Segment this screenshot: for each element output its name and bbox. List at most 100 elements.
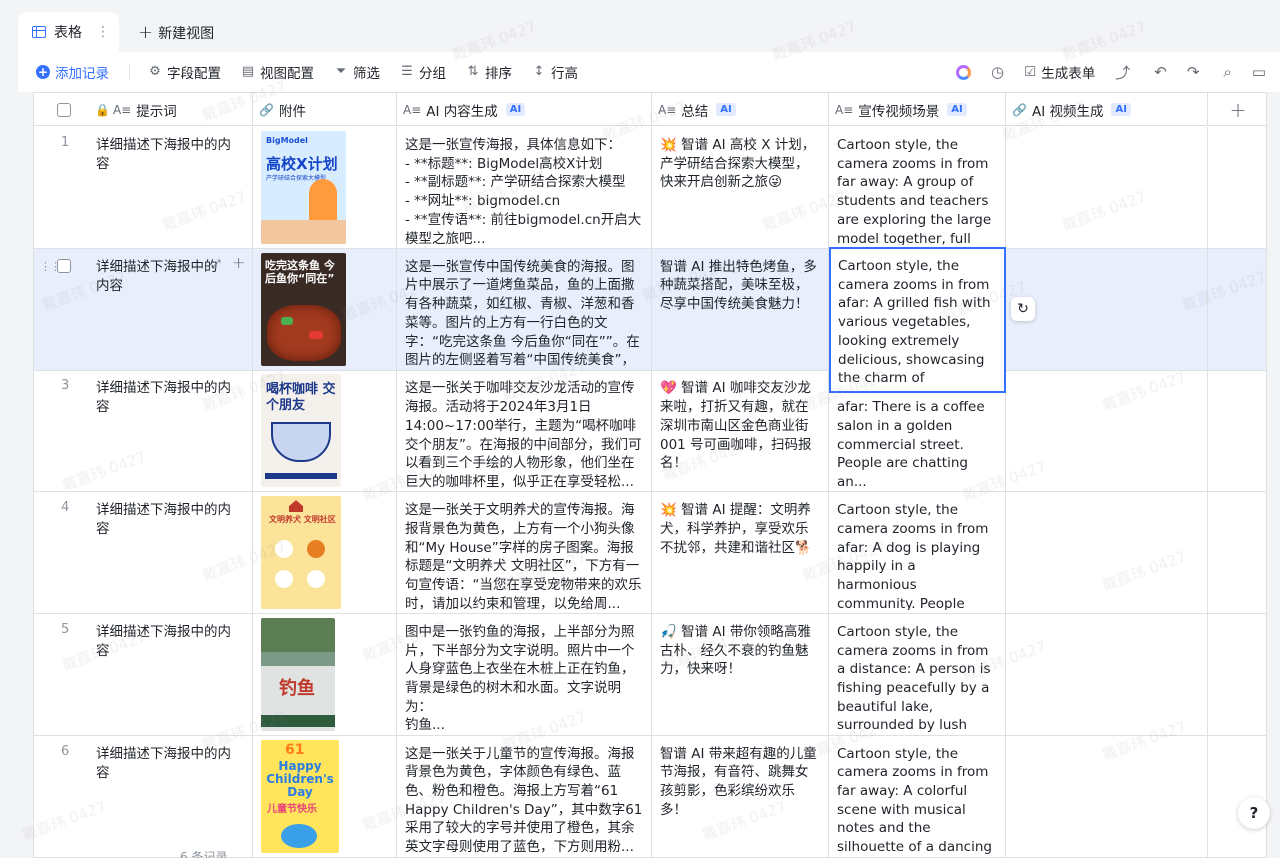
cell-ai-content[interactable]: 这是一张宣传海报，具体信息如下： - **标题**: BigModel高校X计划… <box>397 127 652 248</box>
poster-image[interactable]: 文明养犬 文明社区 <box>261 496 341 610</box>
poster-title: 高校X计划 <box>266 155 338 173</box>
select-all-checkbox[interactable] <box>57 102 71 117</box>
cell-ai-content[interactable]: 图中是一张钓鱼的海报，上半部分为照片，下半部分为文字说明。照片中一个人身穿蓝色上… <box>397 613 652 735</box>
redo-icon[interactable]: ↷ <box>1187 63 1200 81</box>
cell-prompt[interactable]: 1 详细描述下海报中的内容 <box>34 127 253 248</box>
cell-ai-video[interactable] <box>1006 370 1208 492</box>
filter-button[interactable]: ⏷ 筛选 <box>334 62 380 83</box>
view-config-button[interactable]: ▤ 视图配置 <box>241 62 314 83</box>
column-header-ai-video[interactable]: 🔗 AI 视频生成 AI <box>1006 93 1208 126</box>
cell-attachment[interactable]: 喝杯咖啡 交个朋友 <box>253 370 397 492</box>
poster-image[interactable]: 喝杯咖啡 交个朋友 <box>261 374 341 488</box>
tab-table[interactable]: 表格 ⋮ <box>18 12 119 52</box>
sort-label: 排序 <box>485 66 512 82</box>
poster-image[interactable]: 61 Happy Children's Day 儿童节快乐 <box>261 739 339 853</box>
ai-content-text: 这是一张关于咖啡交友沙龙活动的宣传海报。活动将于2024年3月1日14:00~1… <box>405 380 642 489</box>
summary-text: 💥 智谱 AI 提醒：文明养犬，科学养护，享受欢乐不扰邻，共建和谐社区🐕 <box>660 502 812 556</box>
poster-image[interactable]: 钓鱼 <box>261 617 335 731</box>
summary-text: 💥 智谱 AI 高校 X 计划，产学研结合探索大模型，快来开启创新之旅😜 <box>660 137 816 191</box>
new-view-label: 新建视图 <box>158 25 215 42</box>
cell-attachment[interactable]: 吃完这条鱼 今后鱼你“同在” <box>253 248 397 370</box>
column-header-summary[interactable]: A≡ 总结 AI <box>652 93 829 126</box>
poster-image[interactable]: 吃完这条鱼 今后鱼你“同在” <box>261 252 346 366</box>
cell-summary[interactable]: 🎣 智谱 AI 带你领略高雅古朴、经久不衰的钓鱼魅力，快来呀！ <box>652 613 829 735</box>
ai-assistant-icon[interactable] <box>956 64 972 80</box>
cell-summary[interactable]: 智谱 AI 推出特色烤鱼，多种蔬菜搭配，美味至极，尽享中国传统美食魅力！ <box>652 248 829 370</box>
poster-veg <box>309 330 323 339</box>
cell-prompt[interactable]: 5 详细描述下海报中的内容 <box>34 613 253 735</box>
expand-icon[interactable]: ⤢ <box>211 257 221 272</box>
cell-attachment[interactable]: 61 Happy Children's Day 儿童节快乐 <box>253 735 397 857</box>
cell-ai-content[interactable]: 这是一张关于文明养犬的宣传海报。海报背景色为黄色，上方有一个小狗头像和“My H… <box>397 492 652 614</box>
ai-content-text: 这是一张宣传中国传统美食的海报。图片中展示了一道烤鱼菜品，鱼的上面撒有各种蔬菜，… <box>405 258 640 367</box>
share-icon[interactable]: ⤴ <box>1115 62 1130 83</box>
poster-image[interactable]: BigModel 高校X计划 产学研结合探索大模型 <box>261 131 346 244</box>
add-column-button[interactable]: + <box>1208 93 1266 126</box>
row-checkbox[interactable] <box>57 258 71 273</box>
poster-title: 钓鱼 <box>279 677 315 699</box>
poster-circle <box>275 570 293 589</box>
cell-prompt[interactable]: 6 详细描述下海报中的内容 <box>34 735 253 857</box>
record-count: 6 条记录 <box>180 850 228 858</box>
cell-ai-video[interactable] <box>1006 127 1208 248</box>
regenerate-icon[interactable]: ↻ <box>1011 297 1035 321</box>
history-icon[interactable]: ◷ <box>991 63 1004 81</box>
generate-form-button[interactable]: ☑ 生成表单 <box>1024 62 1095 82</box>
table-row[interactable]: 1 详细描述下海报中的内容 BigModel 高校X计划 产学研结合探索大模型 … <box>34 127 1266 249</box>
add-record-button[interactable]: + 添加记录 <box>36 62 109 82</box>
column-ai-content-label: AI 内容生成 <box>426 103 498 120</box>
column-header-video-scene[interactable]: A≡ 宣传视频场景 AI <box>829 93 1006 126</box>
cell-video-scene[interactable]: Cartoon style, the camera zooms in from … <box>829 735 1006 857</box>
add-icon[interactable]: + <box>232 253 245 272</box>
cell-ai-content[interactable]: 这是一张关于儿童节的宣传海报。海报背景色为黄色，字体颜色有绿色、蓝色、粉色和橙色… <box>397 735 652 857</box>
help-button[interactable]: ? <box>1238 797 1270 829</box>
new-view-button[interactable]: + 新建视图 <box>138 22 214 43</box>
cell-attachment[interactable]: BigModel 高校X计划 产学研结合探索大模型 <box>253 127 397 248</box>
view-config-icon: ▤ <box>241 64 255 79</box>
search-icon[interactable]: ⌕ <box>1223 63 1231 81</box>
text-field-icon: A≡ <box>403 102 422 117</box>
cell-ai-video[interactable] <box>1006 735 1208 857</box>
more-icon[interactable]: ⋮ <box>96 24 110 40</box>
cell-video-scene[interactable]: Cartoon style, the camera zooms in from … <box>829 127 1006 248</box>
cell-prompt[interactable]: 3 详细描述下海报中的内容 <box>34 370 253 492</box>
selected-cell-video-scene[interactable]: Cartoon style, the camera zooms in from … <box>829 247 1006 393</box>
cell-attachment[interactable]: 钓鱼 <box>253 613 397 735</box>
table-row[interactable]: 6 详细描述下海报中的内容 61 Happy Children's Day 儿童… <box>34 735 1266 858</box>
poster-veg <box>281 316 293 325</box>
table-row[interactable]: 5 详细描述下海报中的内容 钓鱼 图中是一张钓鱼的海报，上半部分为照片，下半部分… <box>34 613 1266 736</box>
cell-ai-content[interactable]: 这是一张关于咖啡交友沙龙活动的宣传海报。活动将于2024年3月1日14:00~1… <box>397 370 652 492</box>
ai-content-text: 这是一张宣传海报，具体信息如下： - **标题**: BigModel高校X计划… <box>405 137 642 245</box>
cell-summary[interactable]: 💥 智谱 AI 提醒：文明养犬，科学养护，享受欢乐不扰邻，共建和谐社区🐕 <box>652 492 829 614</box>
cell-prompt[interactable]: ⋮⋮ ⤢ + 详细描述下海报中的内容 <box>34 248 253 370</box>
cell-summary[interactable]: 💥 智谱 AI 高校 X 计划，产学研结合探索大模型，快来开启创新之旅😜 <box>652 127 829 248</box>
cell-ai-content[interactable]: 这是一张宣传中国传统美食的海报。图片中展示了一道烤鱼菜品，鱼的上面撒有各种蔬菜，… <box>397 248 652 370</box>
table-row[interactable]: ⋮⋮ ⤢ + 详细描述下海报中的内容 吃完这条鱼 今后鱼你“同在” 这是一张宣传… <box>34 248 1266 371</box>
poster-fish-dish <box>267 304 341 361</box>
undo-icon[interactable]: ↶ <box>1154 63 1167 81</box>
cell-video-scene[interactable]: Cartoon style, the camera zooms in from … <box>829 613 1006 735</box>
cell-summary[interactable]: 智谱 AI 带来超有趣的儿童节海报，有音符、跳舞女孩剪影，色彩缤纷欢乐多！ <box>652 735 829 857</box>
sort-button[interactable]: ⇅ 排序 <box>466 62 512 83</box>
video-scene-text: Cartoon style, the camera zooms in from … <box>837 745 992 854</box>
cell-summary[interactable]: 💖 智谱 AI 咖啡交友沙龙来啦，打折又有趣，就在深圳市南山区金色商业街 001… <box>652 370 829 492</box>
column-header-ai-content[interactable]: A≡ AI 内容生成 AI <box>397 93 652 126</box>
poster-brand: BigModel <box>266 136 308 145</box>
cell-ai-video[interactable] <box>1006 613 1208 735</box>
table-row[interactable]: 3 详细描述下海报中的内容 喝杯咖啡 交个朋友 这是一张关于咖啡交友沙龙活动的宣… <box>34 370 1266 493</box>
column-header-attachment[interactable]: 🔗 附件 <box>253 93 397 126</box>
cell-ai-video[interactable] <box>1006 492 1208 614</box>
row-number: 6 <box>61 743 70 759</box>
row-height-button[interactable]: ↕ 行高 <box>532 62 578 83</box>
cell-attachment[interactable]: 文明养犬 文明社区 <box>253 492 397 614</box>
field-config-button[interactable]: ⚙ 字段配置 <box>148 62 221 83</box>
cell-prompt[interactable]: 4 详细描述下海报中的内容 <box>34 492 253 614</box>
group-button[interactable]: ☰ 分组 <box>400 62 446 83</box>
lock-icon: 🔒 <box>95 102 110 117</box>
cell-empty <box>1208 127 1266 248</box>
comment-icon[interactable]: ▭ <box>1252 63 1266 81</box>
cell-ai-video[interactable] <box>1006 248 1208 370</box>
cell-video-scene[interactable]: Cartoon style, the camera zooms in from … <box>829 492 1006 614</box>
column-header-prompt[interactable]: 🔒 A≡ 提示词 <box>34 93 253 126</box>
table-row[interactable]: 4 详细描述下海报中的内容 文明养犬 文明社区 这是一张关于文明养犬的宣传海报。… <box>34 492 1266 615</box>
